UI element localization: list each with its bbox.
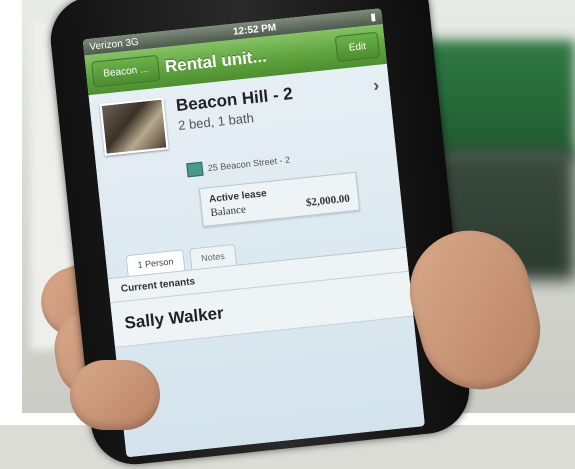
balance-label: Balance: [209, 203, 247, 220]
unit-info: Beacon Hill - 2 2 bed, 1 bath: [175, 77, 364, 133]
unit-photo-thumbnail[interactable]: [99, 97, 169, 156]
carrier-label: Verizon: [88, 37, 124, 53]
chevron-right-icon[interactable]: ›: [372, 75, 380, 97]
map-icon: [186, 161, 204, 178]
edit-button[interactable]: Edit: [334, 31, 381, 63]
network-label: 3G: [124, 36, 140, 49]
battery-icon: ▮: [369, 11, 377, 23]
image-border-left: [0, 0, 22, 425]
unit-address[interactable]: 25 Beacon Street - 2: [186, 143, 386, 178]
active-lease-card[interactable]: Active lease Balance $2,000.00: [198, 171, 361, 228]
balance-value: $2,000.00: [305, 192, 351, 210]
left-finger-3: [70, 360, 160, 430]
back-button[interactable]: Beacon ...: [91, 54, 161, 88]
address-text: 25 Beacon Street - 2: [207, 154, 291, 174]
